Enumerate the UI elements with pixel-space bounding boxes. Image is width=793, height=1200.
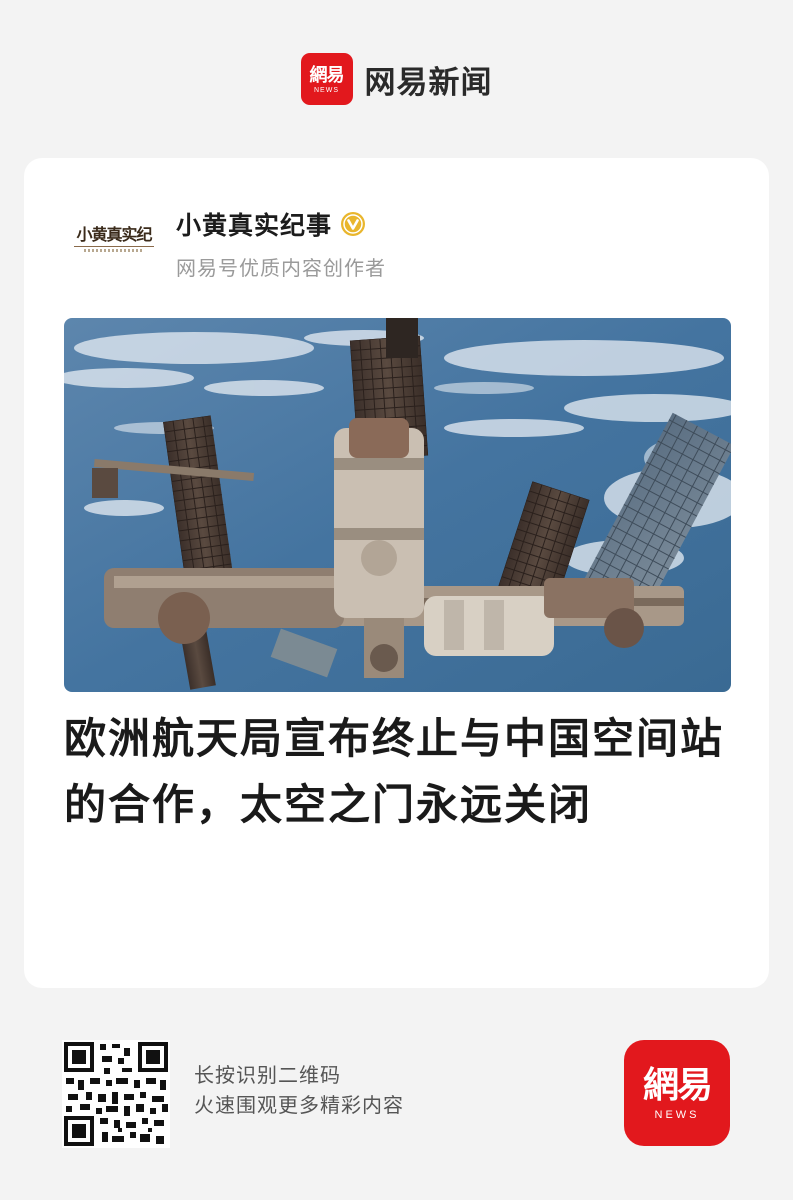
footer-line-1: 长按识别二维码: [194, 1063, 341, 1087]
article-headline[interactable]: 欧洲航天局宣布终止与中国空间站的合作，太空之门永远关闭: [64, 706, 734, 838]
author-name-line: 小黄真实纪事: [176, 206, 386, 242]
logo-en-text: NEWS: [314, 86, 339, 94]
author-subtitle: 网易号优质内容创作者: [176, 256, 386, 280]
footer-text: 长按识别二维码 火速围观更多精彩内容: [194, 1060, 404, 1120]
author-info: 小黄真实纪事 网易号优质内容创作者: [176, 206, 386, 281]
author-avatar[interactable]: 小黄真实纪: [64, 206, 164, 266]
author-name[interactable]: 小黄真实纪事: [176, 206, 332, 242]
verified-v-icon: [341, 212, 366, 236]
author-row[interactable]: 小黄真实纪 小黄真实纪事 网易号优质内容创作者: [64, 200, 729, 280]
avatar-text: 小黄真实纪: [74, 221, 154, 247]
netease-news-footer-logo-icon[interactable]: 網易 NEWS: [624, 1040, 730, 1146]
footer-logo-en-text: NEWS: [654, 1109, 700, 1121]
qr-code-icon[interactable]: [62, 1040, 170, 1148]
space-station-image: [64, 318, 731, 692]
footer-logo-cn-text: 網易: [642, 1064, 713, 1106]
article-image[interactable]: [64, 318, 731, 692]
share-footer: 长按识别二维码 火速围观更多精彩内容 網易 NEWS: [0, 1038, 793, 1148]
logo-cn-text: 網易: [309, 64, 345, 86]
netease-news-logo-icon: 網易 NEWS: [300, 53, 353, 105]
app-name: 网易新闻: [364, 64, 493, 101]
app-header: 網易 NEWS 网易新闻: [0, 48, 793, 110]
footer-line-2: 火速围观更多精彩内容: [194, 1093, 404, 1117]
avatar-decoration: [84, 248, 144, 252]
article-card[interactable]: 小黄真实纪 小黄真实纪事 网易号优质内容创作者 欧洲航天局宣布终止与中国空间站的…: [24, 158, 769, 988]
